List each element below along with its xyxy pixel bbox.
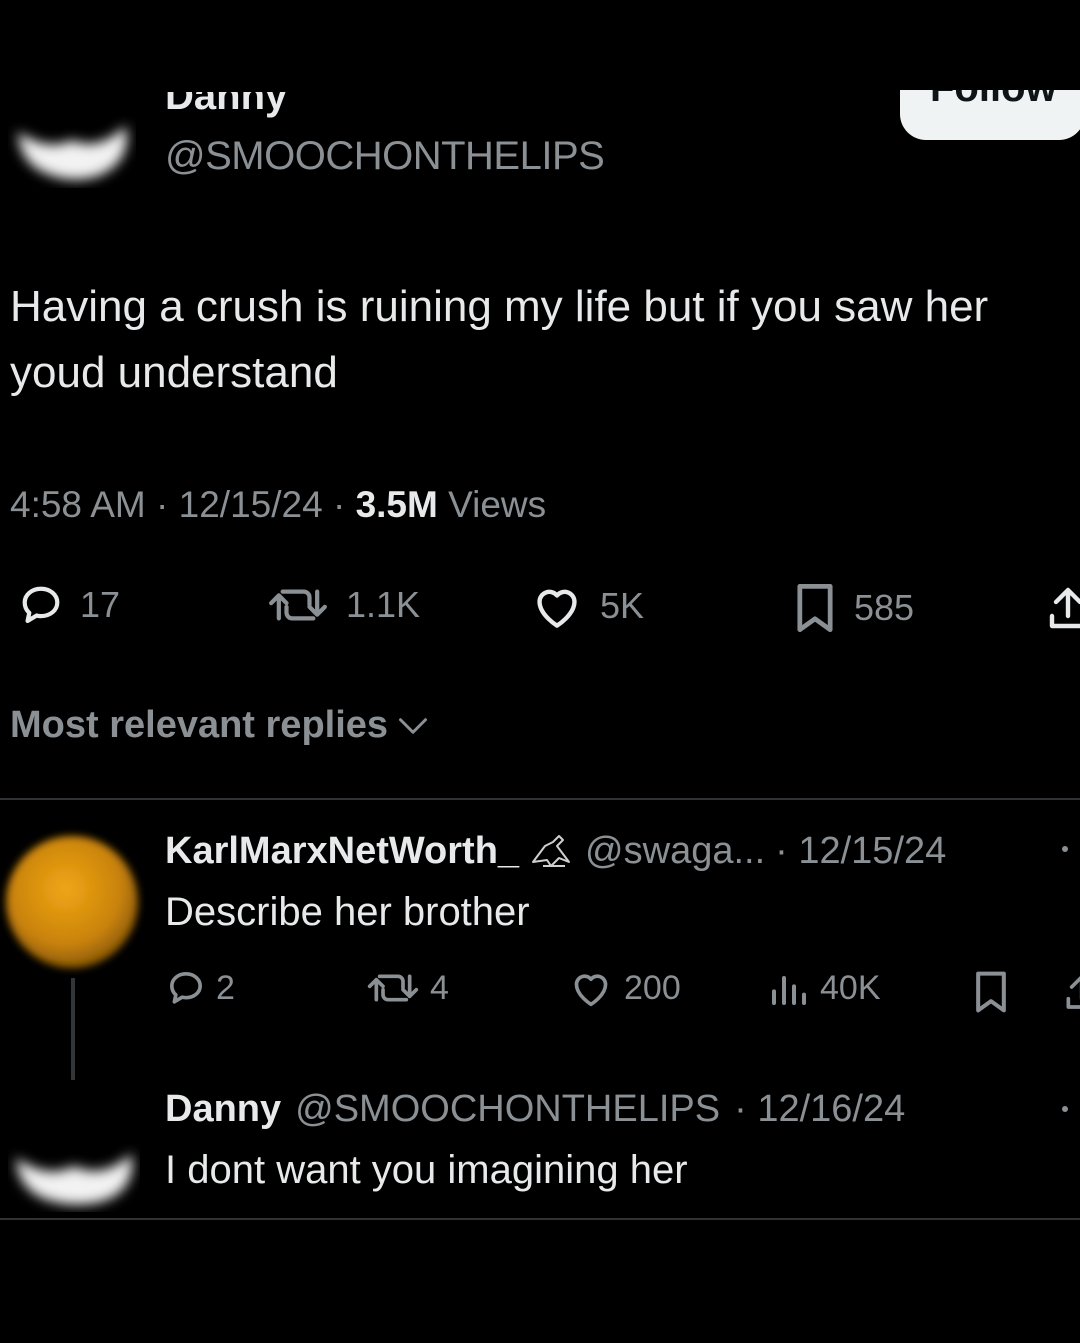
- divider: [0, 1218, 1080, 1220]
- thread-line: [71, 978, 75, 1080]
- views-count: 3.5M: [355, 484, 438, 525]
- author-name[interactable]: Danny: [165, 92, 295, 124]
- bookmark-button[interactable]: 585: [792, 582, 914, 634]
- tweet-time: 4:58 AM: [10, 484, 146, 525]
- reply-header: Danny @SMOOCHONTHELIPS · 12/16/24: [165, 1088, 905, 1131]
- reply-date[interactable]: · 12/16/24: [734, 1088, 905, 1131]
- reply-author-handle[interactable]: @swaga...: [585, 830, 765, 873]
- eagle-icon: [532, 834, 571, 867]
- views-count: 40K: [820, 968, 881, 1007]
- avatar[interactable]: [8, 112, 136, 188]
- replies-sort-dropdown[interactable]: Most relevant replies: [10, 704, 428, 747]
- like-button[interactable]: 5K: [530, 582, 644, 630]
- heart-icon: [537, 589, 577, 628]
- tweet-text: Having a crush is ruining my life but if…: [10, 282, 989, 397]
- views-label: Views: [448, 484, 547, 525]
- follow-button[interactable]: Follow: [900, 90, 1080, 140]
- reply-author-handle[interactable]: @SMOOCHONTHELIPS: [295, 1088, 720, 1131]
- repost-icon: [367, 974, 419, 1002]
- reply-count: 2: [216, 968, 235, 1007]
- repost-icon: [269, 589, 327, 621]
- heart-icon: [574, 974, 608, 1007]
- tweet-meta: 4:58 AM · 12/15/24 · 3.5M Views: [10, 484, 546, 526]
- divider: [0, 798, 1080, 800]
- meta-separator: ·: [332, 484, 346, 525]
- reply-header: KarlMarxNetWorth_ @swaga... · 12/15/24: [165, 830, 946, 873]
- reply-icon: [22, 586, 60, 624]
- reply-author-name[interactable]: KarlMarxNetWorth_: [165, 830, 519, 873]
- reply-count: 17: [80, 584, 121, 625]
- more-options-icon[interactable]: [1062, 846, 1068, 852]
- reply-button[interactable]: 17: [18, 582, 120, 628]
- share-icon: [1066, 976, 1080, 1009]
- reply-text: I dont want you imagining her: [165, 1148, 688, 1192]
- repost-count: 1.1K: [346, 584, 421, 625]
- share-button[interactable]: [1048, 584, 1080, 637]
- replies-sort-label: Most relevant replies: [10, 704, 389, 746]
- reply-button[interactable]: 2: [166, 968, 235, 1008]
- reply-text: Describe her brother: [165, 890, 530, 934]
- chevron-down-icon: [399, 717, 428, 734]
- author-handle[interactable]: @SMOOCHONTHELIPS: [165, 134, 605, 179]
- more-options-icon[interactable]: [1062, 1106, 1068, 1112]
- share-icon: [1049, 587, 1080, 629]
- repost-count: 4: [430, 968, 449, 1007]
- reply-date[interactable]: · 12/15/24: [775, 830, 946, 873]
- avatar[interactable]: [8, 1128, 140, 1212]
- like-button[interactable]: 200: [568, 968, 681, 1008]
- views-button[interactable]: 40K: [768, 968, 881, 1008]
- like-count: 5K: [600, 585, 645, 626]
- analytics-icon: [772, 976, 806, 1005]
- reply-icon: [170, 972, 203, 1004]
- bookmark-count: 585: [854, 587, 915, 628]
- reply-author-name[interactable]: Danny: [165, 1088, 281, 1131]
- avatar[interactable]: [0, 828, 150, 978]
- bookmark-icon: [976, 971, 1006, 1013]
- bookmark-icon: [797, 583, 833, 633]
- bookmark-button[interactable]: [972, 970, 1010, 1019]
- share-button[interactable]: [1064, 972, 1080, 1017]
- repost-button[interactable]: 4: [366, 968, 449, 1008]
- meta-separator: ·: [156, 484, 169, 525]
- like-count: 200: [624, 968, 681, 1007]
- tweet-date[interactable]: 12/15/24: [179, 484, 323, 525]
- repost-button[interactable]: 1.1K: [266, 582, 420, 628]
